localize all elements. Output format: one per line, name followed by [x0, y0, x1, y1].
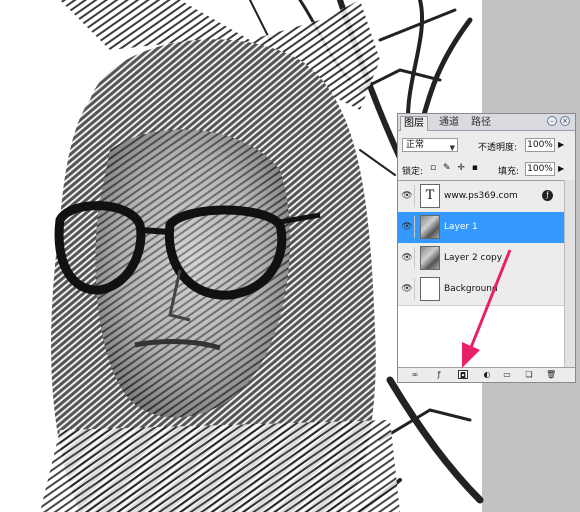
annotation-arrow — [462, 249, 512, 368]
